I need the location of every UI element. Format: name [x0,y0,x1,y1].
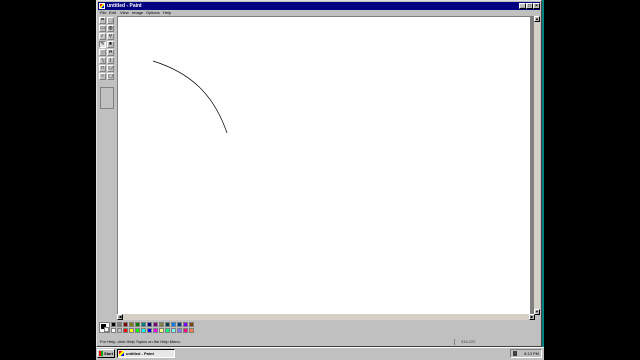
palette-swatch[interactable] [141,328,146,333]
brush-icon[interactable]: ♜ [107,41,114,48]
palette-swatch[interactable] [147,328,152,333]
scroll-left-button[interactable]: ◀ [117,314,123,320]
canvas-drawing [152,60,228,134]
status-coordinates: 315,222 [454,339,501,345]
title-bar[interactable]: untitled - Paint _ □ × [98,2,540,10]
palette-swatch[interactable] [117,322,122,327]
fill-icon[interactable]: ◍ [107,25,114,32]
palette-swatch[interactable] [123,328,128,333]
vertical-scrollbar[interactable]: ▲ ▼ [534,16,540,315]
palette-swatch[interactable] [153,322,158,327]
start-button[interactable]: Start [97,349,115,358]
task-label: untitled - Paint [126,351,154,356]
scroll-up-button[interactable]: ▲ [534,16,540,22]
rounded-rect-icon[interactable]: ▢ [107,73,114,80]
color-palette [99,322,199,334]
drawing-canvas[interactable] [118,17,530,317]
palette-swatch[interactable] [147,322,152,327]
free-form-select-icon[interactable]: ⌗ [99,17,106,24]
menu-edit[interactable]: Edit [109,10,116,16]
tool-options-box[interactable] [100,87,114,109]
magnifier-icon[interactable]: ⚲ [107,33,114,40]
rectangle-icon[interactable]: □ [99,65,106,72]
paint-task-icon [119,351,124,356]
line-icon[interactable]: ╲ [99,57,106,64]
palette-swatch[interactable] [189,328,194,333]
eraser-icon[interactable]: ▭ [99,25,106,32]
canvas-area [117,16,537,317]
maximize-button[interactable]: □ [526,3,533,9]
ellipse-icon[interactable]: ○ [99,73,106,80]
palette-swatch[interactable] [111,328,116,333]
scroll-right-button[interactable]: ▶ [529,314,535,320]
taskbar: Start untitled - Paint 8:13 PM [96,347,544,360]
window-title: untitled - Paint [107,3,142,9]
palette-swatch[interactable] [129,322,134,327]
palette-swatch[interactable] [189,322,194,327]
text-icon[interactable]: A [107,49,114,56]
rect-select-icon[interactable]: ⬚ [107,17,114,24]
polygon-icon[interactable]: ⬠ [107,65,114,72]
speaker-icon[interactable] [513,351,517,356]
minimize-button[interactable]: _ [519,3,526,9]
background-color [104,327,109,332]
status-help-text: For Help, click Help Topics on the Help … [100,339,181,344]
palette-swatch[interactable] [141,322,146,327]
current-colors[interactable] [99,322,110,333]
drawn-curve [152,60,228,134]
palette-swatch[interactable] [153,328,158,333]
curve-icon[interactable]: ∫ [107,57,114,64]
palette-swatch[interactable] [171,322,176,327]
palette-swatch[interactable] [129,328,134,333]
horizontal-scrollbar[interactable]: ◀ ▶ [117,314,535,320]
palette-swatch[interactable] [165,328,170,333]
close-button[interactable]: × [533,3,540,9]
status-bar: For Help, click Help Topics on the Help … [98,338,540,346]
pencil-icon[interactable]: ✎ [99,41,106,48]
airbrush-icon[interactable]: ░ [99,49,106,56]
palette-swatch[interactable] [123,322,128,327]
windows-logo-icon [99,351,103,356]
palette-swatch[interactable] [135,328,140,333]
palette-swatch[interactable] [183,328,188,333]
palette-swatch[interactable] [177,328,182,333]
menu-file[interactable]: File [100,10,106,16]
palette-swatch[interactable] [183,322,188,327]
paint-window: untitled - Paint _ □ × File Edit View Im… [96,0,542,347]
palette-swatch[interactable] [159,328,164,333]
taskbar-paint-button[interactable]: untitled - Paint [117,349,175,358]
color-picker-icon[interactable]: ⁄ [99,33,106,40]
palette-swatch[interactable] [135,322,140,327]
paint-app-icon[interactable] [99,3,105,9]
palette-swatch[interactable] [165,322,170,327]
palette-swatch[interactable] [111,322,116,327]
system-tray: 8:13 PM [510,349,542,358]
start-label: Start [104,351,114,356]
palette-swatch[interactable] [117,328,122,333]
palette-swatch[interactable] [171,328,176,333]
clock[interactable]: 8:13 PM [524,350,539,357]
palette-swatch[interactable] [159,322,164,327]
palette-swatch[interactable] [177,322,182,327]
